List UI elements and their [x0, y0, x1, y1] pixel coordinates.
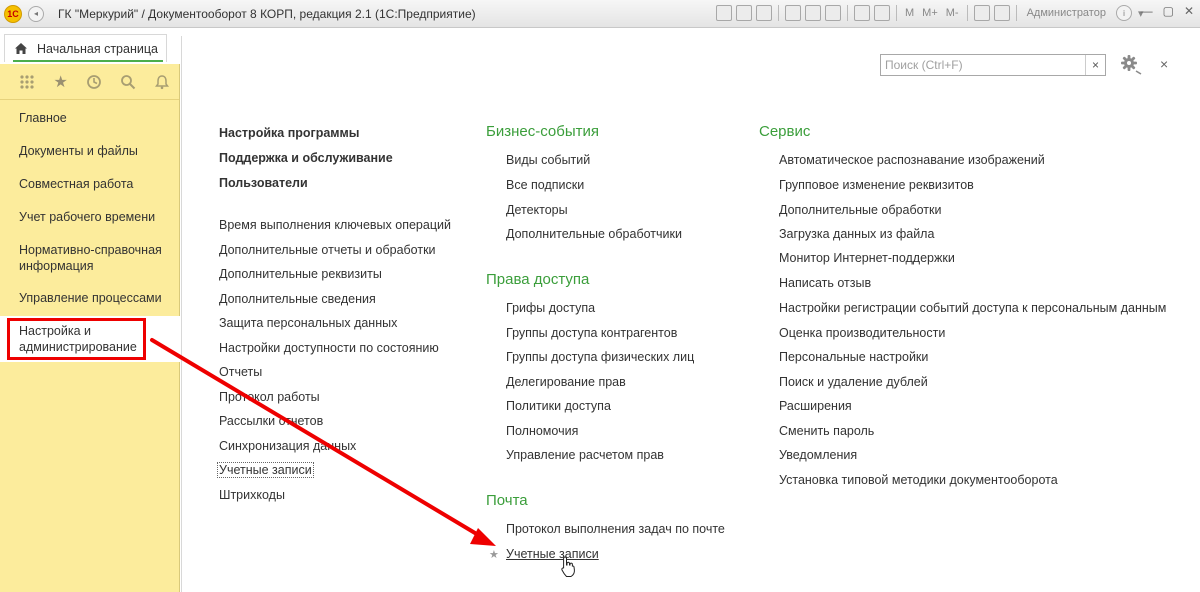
link-write-feedback[interactable]: Написать отзыв [779, 276, 871, 290]
link-data-sync[interactable]: Синхронизация данных [219, 439, 356, 453]
gear-icon[interactable] [1120, 54, 1142, 76]
link-authorities[interactable]: Полномочия [506, 424, 578, 438]
calendar-icon[interactable] [874, 5, 890, 21]
menu-button[interactable]: ◂ [28, 5, 44, 22]
toolbar-divider [896, 5, 897, 21]
link-program-settings[interactable]: Настройка программы [219, 126, 359, 140]
link-personal-data-events[interactable]: Настройки регистрации событий доступа к … [779, 301, 1166, 315]
section-business-events: Бизнес-события [486, 123, 599, 140]
home-icon [15, 43, 27, 54]
link-all-subscriptions[interactable]: Все подписки [506, 178, 584, 192]
link-additional-attributes[interactable]: Дополнительные реквизиты [219, 267, 382, 281]
tab-home[interactable]: Начальная страница [4, 34, 167, 62]
toolbar-divider [847, 5, 848, 21]
toolbar-divider [778, 5, 779, 21]
link-event-types[interactable]: Виды событий [506, 153, 590, 167]
link-availability-settings[interactable]: Настройки доступности по состоянию [219, 341, 439, 355]
sidebar-item-main[interactable]: Главное [0, 110, 180, 126]
link-additional-handlers[interactable]: Дополнительные обработчики [506, 227, 682, 241]
close-window-icon[interactable]: ✕ [1184, 4, 1194, 18]
link-contractor-access-groups[interactable]: Группы доступа контрагентов [506, 326, 677, 340]
link-additional-processing[interactable]: Дополнительные обработки [779, 203, 941, 217]
favorite-star-icon[interactable]: ★ [489, 548, 499, 561]
maximize-icon[interactable]: ▢ [1163, 4, 1174, 18]
search-icon[interactable] [111, 72, 145, 92]
zoom-icon[interactable] [973, 5, 990, 21]
upload-icon[interactable] [785, 5, 801, 21]
link-methodology-install[interactable]: Установка типовой методики документообор… [779, 473, 1058, 487]
minimize-icon[interactable]: — [1141, 4, 1153, 18]
window-title: ГК "Меркурий" / Документооборот 8 КОРП, … [58, 6, 476, 21]
save-icon[interactable] [716, 5, 732, 21]
print-icon[interactable] [736, 5, 752, 21]
preview-icon[interactable] [756, 5, 772, 21]
sidebar-item-documents[interactable]: Документы и файлы [0, 143, 180, 159]
hand-cursor-icon [561, 556, 575, 577]
link-duplicates[interactable]: Поиск и удаление дублей [779, 375, 928, 389]
memory-m-button[interactable]: M [903, 7, 916, 19]
link-accounts[interactable]: Учетные записи [217, 462, 314, 478]
link-mail-accounts[interactable]: Учетные записи [506, 547, 599, 561]
link-image-recognition[interactable]: Автоматическое распознавание изображений [779, 153, 1045, 167]
link-performance[interactable]: Оценка производительности [779, 326, 945, 340]
sidebar-item-collaboration[interactable]: Совместная работа [0, 176, 180, 192]
link-barcodes[interactable]: Штрихкоды [219, 488, 285, 502]
link-personal-data-protection[interactable]: Защита персональных данных [219, 316, 397, 330]
link-extensions[interactable]: Расширения [779, 399, 852, 413]
user-name[interactable]: Администратор [1027, 7, 1106, 19]
window-controls: — ▢ ✕ [1141, 4, 1194, 18]
link-mail-task-log[interactable]: Протокол выполнения задач по почте [506, 522, 725, 536]
copy-icon[interactable] [825, 5, 841, 21]
sidebar-toolbar: ★ [0, 64, 179, 100]
bell-icon[interactable] [145, 72, 179, 92]
panel-icon[interactable] [993, 5, 1010, 21]
link-work-log[interactable]: Протокол работы [219, 390, 320, 404]
link-additional-reports[interactable]: Дополнительные отчеты и обработки [219, 243, 436, 257]
link-change-password[interactable]: Сменить пароль [779, 424, 874, 438]
tab-active-indicator [13, 60, 163, 62]
clear-search-icon[interactable]: × [1085, 55, 1105, 75]
link-rights-calculation[interactable]: Управление расчетом прав [506, 448, 664, 462]
title-bar: 1С ◂ ГК "Меркурий" / Документооборот 8 К… [0, 0, 1200, 28]
section-access-rights: Права доступа [486, 271, 590, 288]
memory-minus-button[interactable]: M- [944, 7, 961, 19]
info-icon[interactable]: i [1115, 5, 1132, 21]
link-notifications[interactable]: Уведомления [779, 448, 857, 462]
search-field[interactable]: × [880, 54, 1106, 76]
document-icon[interactable] [805, 5, 821, 21]
link-detectors[interactable]: Детекторы [506, 203, 568, 217]
link-additional-info[interactable]: Дополнительные сведения [219, 292, 376, 306]
sidebar-item-reference-info[interactable]: Нормативно-справочная информация [0, 242, 170, 274]
sidebar-item-time-tracking[interactable]: Учет рабочего времени [0, 209, 180, 225]
search-input[interactable] [881, 56, 1086, 74]
link-person-access-groups[interactable]: Группы доступа физических лиц [506, 350, 694, 364]
link-support[interactable]: Поддержка и обслуживание [219, 151, 393, 165]
apps-grid-icon[interactable] [10, 72, 44, 92]
link-bulk-edit[interactable]: Групповое изменение реквизитов [779, 178, 974, 192]
link-rights-delegation[interactable]: Делегирование прав [506, 375, 626, 389]
sidebar-item-processes[interactable]: Управление процессами [0, 290, 180, 306]
link-support-monitor[interactable]: Монитор Интернет-поддержки [779, 251, 955, 265]
toolbar-divider [966, 5, 968, 21]
link-access-policies[interactable]: Политики доступа [506, 399, 611, 413]
link-reports[interactable]: Отчеты [219, 365, 262, 379]
link-users[interactable]: Пользователи [219, 176, 308, 190]
link-personal-settings[interactable]: Персональные настройки [779, 350, 928, 364]
star-icon[interactable]: ★ [44, 72, 78, 92]
tab-label: Начальная страница [37, 41, 158, 56]
section-mail: Почта [486, 492, 528, 509]
history-icon[interactable] [78, 72, 112, 92]
app-logo-icon: 1С [4, 4, 22, 23]
memory-plus-button[interactable]: M+ [920, 7, 940, 19]
link-access-labels[interactable]: Грифы доступа [506, 301, 595, 315]
close-icon[interactable]: × [1160, 56, 1168, 72]
link-report-mailings[interactable]: Рассылки отчетов [219, 414, 323, 428]
highlight-box [7, 318, 146, 360]
section-service: Сервис [759, 123, 811, 140]
title-toolbar: M M+ M- Администратор i ▾ [716, 5, 1146, 21]
calculator-icon[interactable] [854, 5, 870, 21]
link-data-import[interactable]: Загрузка данных из файла [779, 227, 934, 241]
toolbar-divider [1015, 5, 1017, 21]
link-key-operations-time[interactable]: Время выполнения ключевых операций [219, 218, 451, 232]
